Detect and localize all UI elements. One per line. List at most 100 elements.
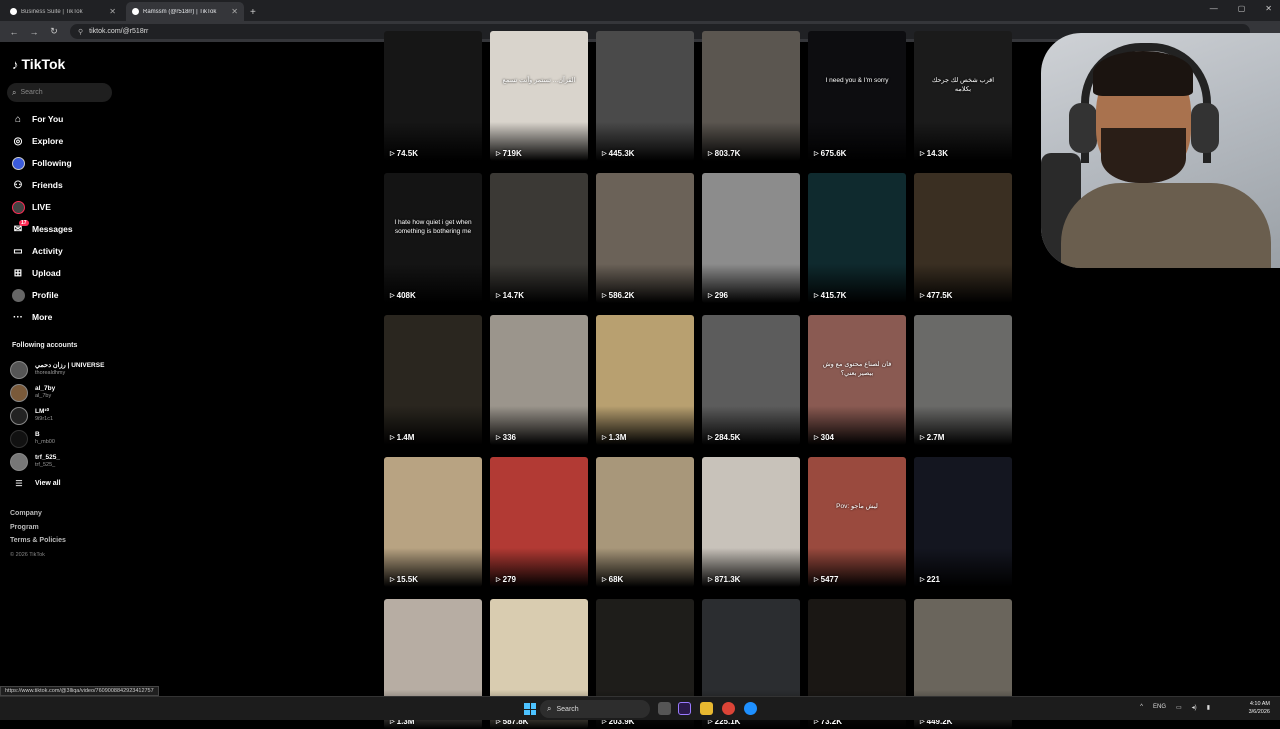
tiktok-logo[interactable]: ♪ TikTok (12, 56, 65, 72)
following-account[interactable]: رزان دحمي | UNIVERSE thorealdhmy (10, 358, 104, 381)
video-tile[interactable]: ▷ 1.4M (384, 315, 482, 445)
account-handle: al_7by (35, 393, 52, 399)
new-tab-button[interactable]: + (250, 7, 256, 18)
view-count-value: 296 (714, 291, 728, 300)
video-tile[interactable]: القرآن... تستمر وأنت تسمع ▷ 719K (490, 31, 588, 161)
nav-messages[interactable]: ✉ 17 Messages (10, 218, 73, 240)
forward-button[interactable]: → (28, 27, 40, 37)
tab-profile[interactable]: Ramssm (@r518rr) | TikTok ✕ (126, 2, 244, 21)
play-icon: ▷ (390, 577, 395, 583)
language-indicator[interactable]: ENG (1153, 704, 1166, 711)
view-all-link[interactable]: ☰ View all (10, 473, 104, 493)
site-info-icon[interactable]: ⚲ (78, 28, 83, 36)
view-count-value: 408K (396, 291, 416, 300)
tray-chevron-icon[interactable]: ^ (1140, 704, 1143, 711)
video-tile[interactable]: ▷ 68K (596, 457, 694, 587)
tab-title: Ramssm (@r518rr) | TikTok (143, 8, 217, 15)
reload-button[interactable]: ↻ (48, 26, 60, 37)
nav-explore[interactable]: ◎ Explore (10, 130, 73, 152)
nav-following[interactable]: Following (10, 152, 73, 174)
battery-icon[interactable]: ▮ (1207, 704, 1210, 711)
nav-friends[interactable]: ⚇ Friends (10, 174, 73, 196)
view-count-value: 586.2K (608, 291, 635, 300)
video-tile[interactable]: ▷ 415.7K (808, 173, 906, 303)
video-tile[interactable]: ▷ 336 (490, 315, 588, 445)
footer-company[interactable]: Company (10, 510, 66, 524)
video-tile[interactable]: فان لصناع محتوى مع وش بيصير بعني؟ ▷ 304 (808, 315, 906, 445)
following-account[interactable]: trf_525_ trf_525_ (10, 450, 104, 473)
network-icon[interactable]: ▭ (1176, 704, 1182, 711)
video-tile[interactable]: اقرب شخص لك جرحك بكلامه ▷ 14.3K (914, 31, 1012, 161)
close-window-button[interactable]: ✕ (1265, 4, 1272, 13)
video-tile[interactable]: I need you & I'm sorry ▷ 675.6K (808, 31, 906, 161)
volume-icon[interactable]: ◂) (1192, 704, 1197, 711)
friends-icon: ⚇ (13, 179, 23, 191)
tab-close-icon[interactable]: ✕ (231, 7, 238, 16)
nav-activity[interactable]: ▭ Activity (10, 240, 73, 262)
video-tile[interactable]: ▷ 477.5K (914, 173, 1012, 303)
account-name: al_7by (35, 385, 56, 392)
footer-terms[interactable]: Terms & Policies (10, 537, 66, 551)
video-tile[interactable]: ▷ 296 (702, 173, 800, 303)
view-count-value: 14.7K (502, 291, 524, 300)
view-count-value: 15.5K (396, 575, 418, 584)
video-tile[interactable]: ▷ 1.3M (596, 315, 694, 445)
nav-more[interactable]: ··· More (10, 306, 73, 328)
app-icon[interactable] (744, 702, 757, 715)
back-button[interactable]: ← (8, 27, 20, 37)
tab-business-suite[interactable]: Business Suite | TikTok ✕ (4, 2, 122, 21)
view-count-value: 5477 (820, 575, 839, 584)
video-tile[interactable]: ▷ 445.3K (596, 31, 694, 161)
logo-text: TikTok (21, 56, 66, 72)
view-count-value: 415.7K (820, 291, 847, 300)
maximize-button[interactable]: ▢ (1238, 4, 1246, 13)
video-tile[interactable]: ▷ 74.5K (384, 31, 482, 161)
video-tile[interactable]: Pov: ليش ماجو ▷ 5477 (808, 457, 906, 587)
video-tile[interactable]: ▷ 279 (490, 457, 588, 587)
task-view-icon[interactable] (658, 702, 671, 715)
view-all-label: View all (35, 479, 61, 487)
search-input[interactable]: ⌕ Search (7, 83, 112, 102)
play-icon: ▷ (390, 293, 395, 299)
video-tile[interactable]: ▷ 803.7K (702, 31, 800, 161)
following-account[interactable]: B h_mb00 (10, 427, 104, 450)
video-tile[interactable]: ▷ 14.7K (490, 173, 588, 303)
taskbar-search[interactable]: ⌕ Search (540, 700, 650, 718)
webcam-overlay (1041, 33, 1280, 268)
video-tile[interactable]: I hate how quiet i get when something is… (384, 173, 482, 303)
nav-upload[interactable]: ⊞ Upload (10, 262, 73, 284)
footer-program[interactable]: Program (10, 524, 66, 538)
taskbar: ⌕ Search ^ ENG ▭ ◂) ▮ 4:10 AM 3/6/2026 (0, 696, 1280, 720)
premiere-icon[interactable] (678, 702, 691, 715)
following-account[interactable]: LM¹⁰ 9i9r1c1 (10, 404, 104, 427)
tab-title: Business Suite | TikTok (21, 8, 83, 15)
video-tile[interactable]: ▷ 586.2K (596, 173, 694, 303)
tab-close-icon[interactable]: ✕ (109, 7, 116, 16)
chrome-icon[interactable] (722, 702, 735, 715)
play-icon: ▷ (708, 577, 713, 583)
following-account[interactable]: al_7by al_7by (10, 381, 104, 404)
file-explorer-icon[interactable] (700, 702, 713, 715)
video-tile[interactable]: ▷ 2.7M (914, 315, 1012, 445)
play-icon: ▷ (496, 435, 501, 441)
video-tile[interactable]: ▷ 221 (914, 457, 1012, 587)
video-tile[interactable]: ▷ 284.5K (702, 315, 800, 445)
nav-live[interactable]: LIVE (10, 196, 73, 218)
taskbar-search-label: Search (556, 705, 579, 713)
list-icon: ☰ (15, 478, 23, 488)
view-count-value: 74.5K (396, 149, 418, 158)
video-tile[interactable]: ▷ 15.5K (384, 457, 482, 587)
minimize-button[interactable]: — (1210, 4, 1218, 13)
nav-profile[interactable]: Profile (10, 284, 73, 306)
nav-for-you[interactable]: ⌂ For You (10, 108, 73, 130)
view-count: ▷ 1.4M (390, 433, 414, 442)
nav-label: LIVE (32, 202, 51, 212)
taskbar-clock[interactable]: 4:10 AM 3/6/2026 (1249, 700, 1270, 716)
view-count: ▷ 477.5K (920, 291, 952, 300)
avatar (10, 360, 28, 379)
view-count: ▷ 68K (602, 575, 623, 584)
video-tile[interactable]: ▷ 871.3K (702, 457, 800, 587)
windows-start-icon[interactable] (524, 703, 536, 715)
view-count: ▷ 279 (496, 575, 516, 584)
account-name: رزان دحمي | UNIVERSE (35, 362, 105, 369)
